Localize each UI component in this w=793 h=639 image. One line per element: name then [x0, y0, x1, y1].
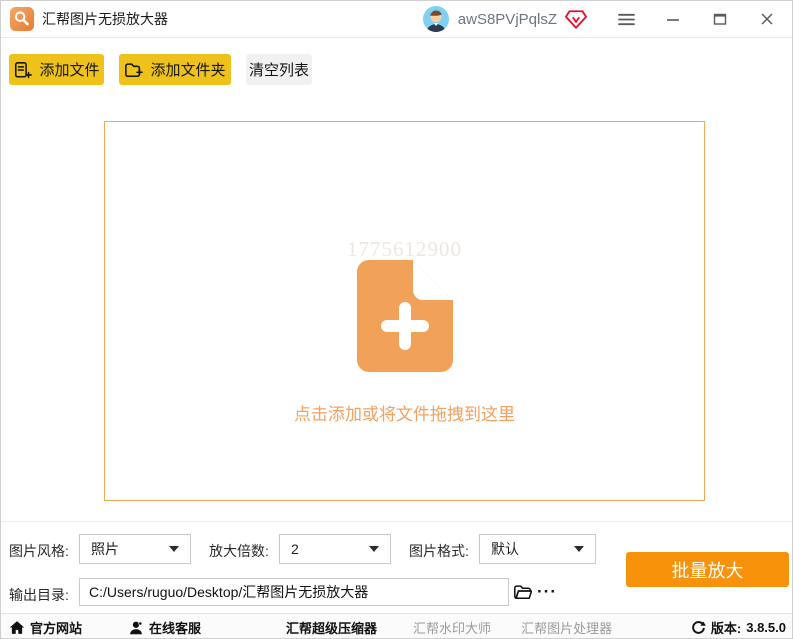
- online-service-label: 在线客服: [149, 620, 202, 636]
- panel-divider: [1, 521, 792, 522]
- orange-file-plus-icon: [356, 260, 453, 372]
- watermark-text: 1775612900: [347, 237, 462, 261]
- titlebar-right: awS8PVjPqlsZ: [422, 4, 784, 34]
- open-folder-icon[interactable]: [513, 583, 533, 601]
- add-folder-label: 添加文件夹: [150, 62, 226, 79]
- official-site-link[interactable]: 官方网站: [9, 618, 82, 637]
- minimize-button[interactable]: [656, 4, 690, 34]
- browse-more-button[interactable]: ···: [537, 578, 557, 606]
- scale-value: 2: [291, 541, 299, 557]
- person-icon: [130, 621, 143, 634]
- titlebar: 汇帮图片无损放大器 awS8PVjPqlsZ: [1, 1, 792, 38]
- vip-badge-icon[interactable]: [565, 9, 587, 30]
- house-icon: [9, 620, 25, 634]
- product-link-compressor[interactable]: 汇帮超级压缩器: [286, 618, 377, 637]
- chevron-down-icon: [369, 546, 379, 552]
- version-value: 3.8.5.0: [746, 619, 786, 635]
- style-label: 图片风格:: [9, 543, 69, 559]
- app-window: 汇帮图片无损放大器 awS8PVjPqlsZ 添加文件 添加文件夹 清空列表 1…: [0, 0, 793, 639]
- output-dir-input[interactable]: [79, 578, 509, 606]
- product-link-processor[interactable]: 汇帮图片处理器: [521, 618, 612, 637]
- official-site-label: 官方网站: [30, 620, 83, 636]
- output-dir-label: 输出目录:: [9, 587, 69, 603]
- version-area[interactable]: 版本: 3.8.5.0: [691, 618, 786, 637]
- chevron-down-icon: [169, 546, 179, 552]
- clear-list-label: 清空列表: [248, 62, 309, 79]
- scale-label: 放大倍数:: [209, 543, 269, 559]
- maximize-button[interactable]: [703, 4, 737, 34]
- style-value: 照片: [91, 541, 119, 557]
- batch-enlarge-button[interactable]: 批量放大: [626, 552, 789, 587]
- app-logo-icon: [10, 7, 34, 31]
- clear-list-button[interactable]: 清空列表: [246, 54, 312, 85]
- footer: 官方网站 在线客服 汇帮超级压缩器 汇帮水印大师 汇帮图片处理器 版本: 3.8…: [1, 613, 792, 638]
- user-avatar[interactable]: [422, 6, 449, 32]
- format-label: 图片格式:: [409, 543, 469, 559]
- version-label: 版本:: [710, 620, 742, 636]
- file-drop-zone[interactable]: 1775612900 点击添加或将文件拖拽到这里: [104, 121, 705, 501]
- add-file-button[interactable]: 添加文件: [9, 54, 104, 85]
- format-select[interactable]: 默认: [479, 534, 596, 564]
- drop-hint-text: 点击添加或将文件拖拽到这里: [294, 405, 515, 424]
- style-select[interactable]: 照片: [79, 534, 191, 564]
- format-value: 默认: [491, 541, 519, 557]
- username[interactable]: awS8PVjPqlsZ: [458, 11, 557, 28]
- folder-plus-icon: [124, 61, 144, 79]
- chevron-down-icon: [574, 546, 584, 552]
- add-folder-button[interactable]: 添加文件夹: [119, 54, 231, 85]
- app-title: 汇帮图片无损放大器: [42, 11, 168, 27]
- document-plus-icon: [13, 61, 33, 79]
- add-file-label: 添加文件: [39, 62, 100, 79]
- scale-select[interactable]: 2: [279, 534, 391, 564]
- refresh-icon: [692, 620, 706, 634]
- close-button[interactable]: [750, 4, 784, 34]
- online-service-link[interactable]: 在线客服: [128, 618, 201, 637]
- menu-button[interactable]: [609, 4, 643, 34]
- product-link-watermark[interactable]: 汇帮水印大师: [413, 618, 491, 637]
